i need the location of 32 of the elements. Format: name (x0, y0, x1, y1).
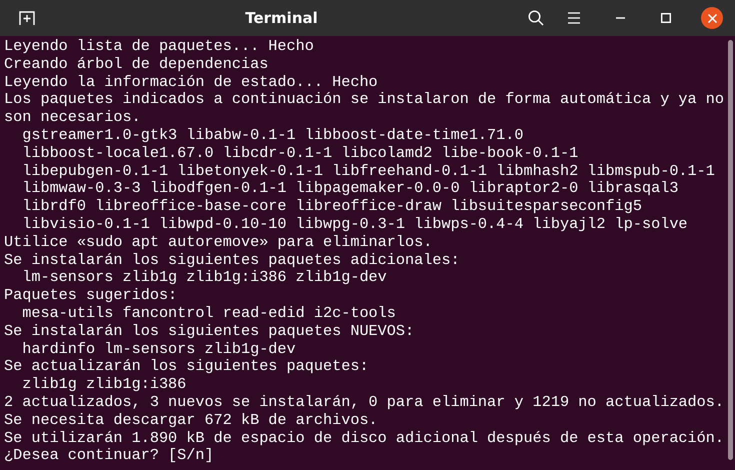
terminal-line: Leyendo la información de estado... Hecho (4, 74, 378, 92)
terminal-line: lm-sensors zlib1g zlib1g:i386 zlib1g-dev (21, 269, 387, 288)
new-tab-icon (19, 11, 35, 25)
terminal-line: Creando árbol de dependencias (4, 56, 268, 74)
terminal-line: libepubgen-0.1-1 libetonyek-0.1-1 libfreehand-0.1-1 libmhash2 libmspub-0.1-1 (21, 162, 715, 180)
terminal-line: libvisio-0.1-1 libwpd-0.10-10 libwpg-0.3-1 libwps-0.4-4 libyajl2 lp-solve (21, 216, 688, 234)
terminal-line: Se necesita descargar 672 kB de archivos. (4, 412, 378, 430)
terminal-line: gstreamer1.0-gtk3 libabw-0.1-1 libboost-date-time1.71.0 (21, 126, 524, 145)
terminal-line: Leyendo lista de paquetes... Hecho (4, 38, 314, 56)
window-title: Terminal (245, 9, 318, 27)
terminal-line: Se utilizarán 1.890 kB de espacio de disco adicional después de esta operación. (4, 430, 724, 448)
terminal-line: zlib1g zlib1g:i386 (21, 376, 186, 394)
terminal-line: Paquetes sugeridos: (4, 287, 178, 305)
terminal-line: son necesarios. (4, 109, 141, 127)
terminal-line: libboost-locale1.67.0 libcdr-0.1-1 libcolamd2 libe-book-0.1-1 (21, 144, 578, 163)
terminal-line: Se instalarán los siguientes paquetes adicionales: (4, 252, 460, 270)
terminal-line: Se instalarán los siguientes paquetes NUEVOS: (4, 322, 414, 341)
terminal-line: 2 actualizados, 3 nuevos se instalarán, 0 para eliminar y 1219 no actualizados. (4, 394, 724, 412)
terminal-line: hardinfo lm-sensors zlib1g-dev (21, 340, 296, 358)
terminal-line: Utilice «sudo apt autoremove» para eliminarlos. (4, 234, 432, 252)
menu-icon (568, 12, 580, 24)
terminal-line: librdf0 libreoffice-base-core libreoffice-draw libsuitesparseconfig5 (21, 198, 642, 216)
scrollbar[interactable] (728, 40, 733, 460)
maximize-icon (661, 13, 671, 23)
terminal-line: Se actualizarán los siguientes paquetes: (4, 358, 369, 376)
minimize-icon (616, 17, 624, 19)
search-icon (528, 10, 544, 26)
terminal-line: libmwaw-0.3-3 libodfgen-0.1-1 libpagemaker-0.0-0 libraptor2-0 librasqal3 (21, 180, 678, 198)
close-icon (708, 14, 716, 22)
terminal-line: ¿Desea continuar? [S/n] (4, 447, 214, 466)
terminal-line: Los paquetes indicados a continuación se instalaron de forma automática y ya no (4, 91, 724, 110)
terminal-line: mesa-utils fancontrol read-edid i2c-tools (21, 304, 396, 323)
